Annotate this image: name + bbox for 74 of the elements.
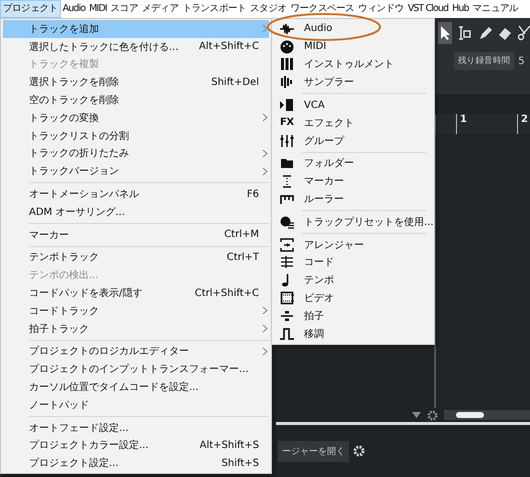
menu-bar-item[interactable]: MIDI	[87, 0, 109, 18]
menu-item[interactable]: 選択したトラックに色を付ける... Alt+Shift+C	[3, 38, 269, 56]
menu-bar-item[interactable]: ワークスペース	[288, 0, 356, 18]
track-type-icon	[280, 174, 294, 188]
track-type-icon	[280, 255, 294, 270]
menu-item[interactable]: トラックプリセットを使用...	[272, 212, 434, 231]
track-type-icon	[280, 308, 294, 323]
track-type-icon	[280, 134, 294, 148]
menu-item[interactable]: サンプラー	[272, 73, 434, 92]
track-type-icon	[280, 326, 294, 341]
menu-item[interactable]: ノートパッド	[3, 396, 269, 414]
menu-bar-item[interactable]: スタジオ	[248, 0, 288, 18]
menu-item[interactable]: テンポトラック Ctrl+T	[3, 248, 269, 266]
menu-item[interactable]: MIDI	[272, 38, 434, 56]
track-type-icon	[280, 291, 294, 306]
menu-item[interactable]: マーカー	[272, 172, 434, 190]
menu-bar-item[interactable]: プロジェクト	[0, 0, 61, 18]
menu-item[interactable]: プロジェクトカラー設定... Alt+Shift+S	[3, 436, 269, 454]
record-time-value: 5	[518, 56, 525, 66]
menu-bar-item[interactable]: Audio	[60, 0, 88, 18]
menu-bar-item[interactable]: メディア	[140, 0, 180, 18]
menu-item[interactable]: アレンジャー	[272, 236, 434, 254]
menu-item[interactable]: インストゥルメント	[272, 56, 434, 74]
menu-item[interactable]: トラックの折りたたみ	[3, 144, 269, 162]
settings-icon[interactable]	[353, 445, 365, 457]
menu-item[interactable]: プロジェクト設定... Shift+S	[3, 454, 269, 472]
menu-bar-item[interactable]: Hub	[450, 0, 471, 18]
menu-item[interactable]: 拍子トラック	[3, 320, 269, 338]
track-type-icon	[280, 75, 294, 90]
menu-item[interactable]: トラックを追加	[3, 20, 269, 38]
menu-bar-item[interactable]: トランスポート	[180, 0, 248, 18]
menu-item[interactable]: グループ	[272, 132, 434, 150]
menu-item[interactable]: コード	[272, 254, 434, 272]
menu-bar-item[interactable]: スコア	[108, 0, 140, 18]
menu-item[interactable]: ADM オーサリング...	[3, 202, 269, 221]
track-type-icon	[280, 156, 294, 170]
menu-item[interactable]: カーソル位置でタイムコードを設定...	[3, 378, 269, 396]
menu-item[interactable]: フォルダー	[272, 154, 434, 172]
menu-item[interactable]: プロジェクトのロジカルエディター	[3, 342, 269, 360]
menu-item[interactable]: マーカー Ctrl+M	[3, 226, 269, 244]
dropdown-triangle-icon[interactable]	[412, 412, 421, 418]
track-type-icon	[280, 40, 294, 54]
menu-item[interactable]: ルーラー	[272, 190, 434, 208]
menu-item[interactable]: コードパッドを表示/隠す Ctrl+Shift+C	[3, 284, 269, 302]
track-type-icon	[280, 57, 294, 72]
menu-item[interactable]: トラックリストの分割	[3, 126, 269, 145]
menu-item[interactable]: オートフェード設定...	[3, 418, 269, 437]
menu-item[interactable]: トラックの変換	[3, 108, 269, 127]
open-manager-button[interactable]: ージャーを開く	[278, 440, 349, 462]
menu-bar-item[interactable]: ウィンドウ	[356, 0, 406, 18]
menu-item[interactable]: テンポ	[272, 271, 434, 290]
menu-item[interactable]: 拍子	[272, 306, 434, 325]
remaining-record-time-button[interactable]: 残り録音時間	[454, 52, 514, 70]
menu-item[interactable]: 空のトラックを削除	[3, 91, 269, 109]
menu-item[interactable]: 選択トラックを削除 Shift+Del	[3, 73, 269, 92]
menu-item[interactable]: 移調	[272, 324, 434, 343]
track-type-icon	[280, 238, 294, 252]
settings-icon[interactable]	[427, 410, 438, 420]
horizontal-scrollbar[interactable]	[444, 410, 530, 420]
menu-item[interactable]: トラックバージョン	[3, 162, 269, 180]
menu-item[interactable]: Audio	[272, 20, 434, 38]
menu-item[interactable]: オートメーションパネル F6	[3, 185, 269, 203]
menu-item[interactable]: プロジェクトのインプットトランスフォーマー...	[3, 360, 269, 378]
menu-item[interactable]: FX エフェクト	[272, 114, 434, 132]
menu-bar-item[interactable]: VST Cloud	[406, 0, 450, 18]
menu-bar-item[interactable]: マニュアル	[470, 0, 520, 18]
track-type-icon	[280, 22, 294, 36]
track-type-icon	[280, 98, 294, 112]
pointer-tool-icon[interactable]	[438, 22, 452, 44]
track-type-icon	[280, 192, 294, 206]
menu-item[interactable]: コードトラック	[3, 302, 269, 320]
menu-item[interactable]: VCA	[272, 96, 434, 114]
track-type-icon	[280, 214, 294, 229]
menu-item[interactable]: ビデオ	[272, 289, 434, 307]
